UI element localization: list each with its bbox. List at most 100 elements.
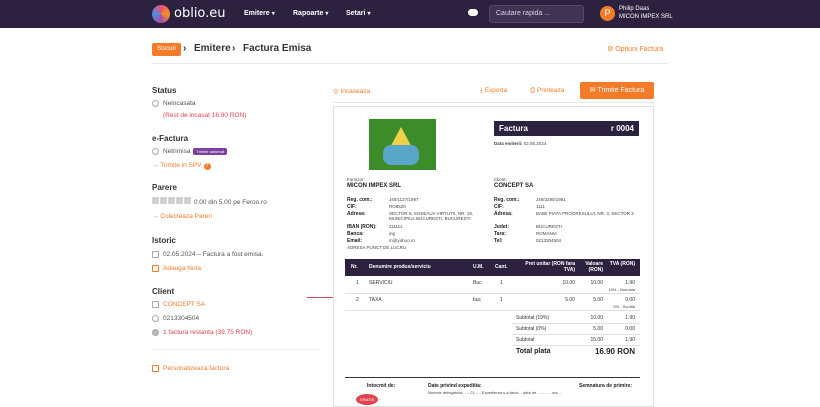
building-icon — [152, 301, 159, 308]
divider — [345, 310, 640, 311]
subtotal-value: 5.00 — [593, 326, 603, 332]
nav-emitere[interactable]: Emitere ▾ — [244, 10, 275, 17]
field-value: 0213304504 — [536, 238, 562, 243]
subtotal-vat: 1.90 — [625, 337, 635, 343]
divider — [333, 102, 654, 103]
field-label: CIF: — [494, 204, 504, 210]
table-row-note: 19% - Normala — [608, 287, 635, 292]
document-icon — [152, 251, 159, 258]
adauga-nota-link[interactable]: Adauga Nota — [152, 265, 201, 272]
user-name[interactable]: Philip Daas — [619, 6, 649, 12]
expeditie-label: Date privind expeditia: — [428, 383, 482, 389]
supplier-extra: ADRESA PUNCT DE LUCRU — [347, 245, 407, 250]
personalizeaza-factura-link[interactable]: Personalizeaza factura — [152, 365, 229, 372]
trimite-spv-link[interactable]: → Trimite in SPV? — [152, 162, 211, 170]
istoric-entry: 02.05.2024 – Factura a fost emisa. — [152, 251, 263, 258]
subtotal-label: Subtotal (19%) — [516, 315, 550, 321]
table-row-price: 10.00 — [562, 280, 575, 286]
items-table-header: Nr. Denumire produs/serviciu U.M. Cant. … — [345, 259, 640, 276]
field-value: SECTOR 6, SOSEAUA VIRTUTII, NR. 19, MUNI… — [389, 211, 474, 221]
subtotal-label: Subtotal (0%) — [516, 326, 547, 332]
field-value: 1111 — [536, 204, 546, 209]
field-value: RO8520 — [389, 204, 406, 209]
nav-rapoarte[interactable]: Rapoarte ▾ — [293, 10, 328, 17]
field-label: Tel: — [494, 238, 503, 244]
field-label: Adresa: — [347, 211, 366, 217]
table-row-qty: 1 — [500, 297, 503, 303]
outstanding-invoices[interactable]: 1 factura restanta (39.75 RON) — [152, 329, 252, 336]
field-value: BUCURESTI — [536, 224, 563, 229]
printeaza-button[interactable]: ⎙ Printeaza — [530, 87, 564, 95]
trimite-factura-button[interactable]: ✉ Trimite Factura — [580, 82, 654, 99]
client-name: CONCEPT SA — [494, 183, 534, 189]
optiuni-factura-link[interactable]: ⚙ Optiuni Factura — [607, 45, 663, 53]
client-label: Client: — [494, 177, 507, 182]
invoice-date: Data emiterii: 02.05.2024 — [494, 141, 547, 146]
field-label: Judet: — [494, 224, 509, 230]
subtotal-vat: 1.90 — [625, 315, 635, 321]
status-title: Status — [152, 86, 177, 95]
oblio-logo-icon[interactable] — [152, 5, 170, 23]
search-input[interactable]: Cautare rapida ... — [489, 5, 584, 23]
help-icon[interactable]: ? — [203, 163, 211, 170]
divider — [512, 334, 640, 335]
client-name-link[interactable]: CONCEPT SA — [152, 301, 205, 308]
status-value: Neincasata — [152, 100, 196, 107]
breadcrumb-sep-icon: › — [232, 43, 236, 54]
invoice-preview: Factura r 0004 Data emiterii: 02.05.2024… — [333, 106, 654, 407]
field-label: Adresa: — [494, 211, 513, 217]
intocmit-label: Intocmit de: — [367, 383, 396, 389]
field-label: Tara: — [494, 231, 506, 237]
exporta-button[interactable]: ⤓ Exporta — [480, 87, 507, 95]
field-label: Reg. com.: — [347, 197, 373, 203]
subtotal-label: Subtotal — [516, 337, 535, 343]
field-label: IBAN (RON): — [347, 224, 377, 230]
avatar[interactable]: P — [600, 6, 615, 21]
colecteaza-pareri-link[interactable]: → Colecteaza Pareri — [152, 213, 212, 220]
table-row-vat: 0.00 — [625, 297, 635, 303]
field-value: J40/3290/1991 — [536, 197, 566, 202]
total-label: Total plata — [516, 348, 551, 355]
subtotal-value: 15.00 — [590, 337, 603, 343]
total-value: 16.90 RON — [594, 347, 635, 356]
company-logo — [369, 119, 436, 170]
field-label: Banca: — [347, 231, 364, 237]
incaseaza-button[interactable]: ◎ Incaseaza — [333, 87, 370, 95]
chevron-down-icon: ▾ — [271, 11, 275, 17]
delegat-text: Numele delegatului: ..., CI: ..., Expedi… — [428, 390, 563, 395]
breadcrumb-emitere[interactable]: Emitere — [194, 43, 231, 54]
clock-icon — [152, 100, 159, 107]
efactura-title: e-Factura — [152, 134, 189, 143]
alert-icon — [152, 329, 159, 336]
divider — [152, 349, 320, 350]
supplier-name: MICON IMPEX SRL — [347, 183, 402, 189]
field-value: ing — [389, 231, 396, 236]
divider — [345, 293, 640, 294]
invoice-header: Factura r 0004 — [494, 121, 639, 136]
phone-icon — [152, 315, 159, 322]
client-title: Client — [152, 287, 175, 296]
print-icon: ⎙ — [530, 87, 538, 94]
field-label: CIF: — [347, 204, 357, 210]
field-label: Email: — [347, 238, 363, 244]
table-row-um: buc — [473, 297, 482, 303]
divider — [152, 63, 668, 64]
chevron-down-icon: ▾ — [325, 11, 329, 17]
logo-text[interactable]: oblio.eu — [174, 6, 226, 21]
user-company[interactable]: MICON IMPEX SRL — [619, 14, 673, 20]
nav-setari[interactable]: Setari ▾ — [346, 10, 370, 17]
table-row-price: 5.00 — [565, 297, 575, 303]
divider — [512, 323, 640, 324]
stocuri-tag[interactable]: Stocuri — [152, 43, 181, 56]
table-row-nr: 2 — [356, 297, 359, 303]
client-phone: 0213304504 — [152, 315, 199, 322]
field-value: 111111 — [389, 224, 403, 229]
efactura-status: Netrimisa Trimite automat — [152, 148, 228, 155]
page-title: Factura Emisa — [243, 43, 312, 54]
star-rating-icon — [152, 197, 192, 206]
cloud-icon[interactable] — [468, 9, 478, 16]
table-row-name: SERVICIU — [369, 280, 393, 286]
field-value: J40/1127/1997 — [389, 197, 419, 202]
subtotal-vat: 0.00 — [625, 326, 635, 332]
table-row-vat: 1.90 — [625, 280, 635, 286]
